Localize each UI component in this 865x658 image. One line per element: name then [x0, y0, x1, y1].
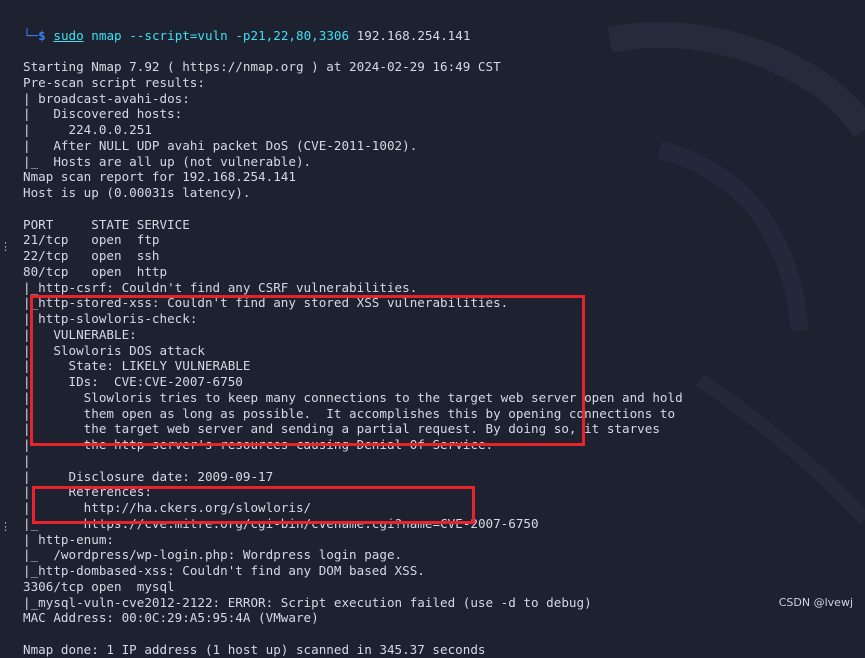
- left-edge-marker: ⋮: [0, 240, 11, 253]
- line-text: Nmap scan report for 192.168.254.141: [23, 169, 296, 185]
- line-text: /wordpress/wp-login.php: Wordpress login…: [53, 547, 403, 563]
- line-text: 224.0.0.251: [68, 122, 152, 137]
- line-prefix: |: [23, 106, 54, 122]
- output-line: |_mysql-vuln-cve2012-2122: ERROR: Script…: [23, 595, 683, 611]
- line-text: Hosts are all up (not vulnerable).: [53, 153, 312, 169]
- output-line: | Disclosure date: 2009-09-17: [23, 469, 683, 485]
- line-text: 3306/tcp open mysql: [23, 578, 175, 594]
- line-prefix: |_: [23, 279, 39, 295]
- output-line: MAC Address: 00:0C:29:A5:95:4A (VMware): [23, 610, 683, 626]
- output-line: 80/tcp open http: [23, 264, 683, 280]
- output-line: |_http-dombased-xss: Couldn't find any D…: [23, 563, 683, 579]
- line-text: 80/tcp open http: [23, 263, 168, 279]
- line-prefix: |_: [23, 153, 54, 169]
- line-prefix: |_: [23, 547, 54, 563]
- line-prefix: |: [23, 452, 31, 468]
- line-prefix: |: [23, 468, 69, 484]
- line-text: http-csrf: Couldn't find any CSRF vulner…: [38, 279, 418, 295]
- output-line: Pre-scan script results:: [23, 75, 683, 91]
- line-prefix: |: [23, 90, 39, 106]
- command-prompt-line: └─$ sudo nmap --script=vuln -p21,22,80,3…: [23, 28, 683, 44]
- line-prefix: |: [23, 531, 39, 547]
- line-text: Discovered hosts:: [53, 106, 183, 122]
- output-line: | After NULL UDP avahi packet DoS (CVE-2…: [23, 138, 683, 154]
- output-line: | broadcast-avahi-dos:: [23, 91, 683, 107]
- line-prefix: |_: [23, 563, 39, 578]
- output-line: PORT STATE SERVICE: [23, 217, 683, 233]
- slowloris-highlight-box: [30, 295, 585, 446]
- line-prefix: |: [23, 137, 54, 153]
- line-text: mysql-vuln-cve2012-2122: ERROR: Script e…: [38, 594, 592, 610]
- command-target: 192.168.254.141: [356, 27, 471, 43]
- command-sudo: sudo: [53, 27, 84, 43]
- line-prefix: |: [23, 122, 69, 137]
- line-text: Starting Nmap 7.92 ( https://nmap.org ) …: [23, 59, 501, 74]
- output-line: |_ Hosts are all up (not vulnerable).: [23, 154, 683, 170]
- output-line: |: [23, 453, 683, 469]
- output-line: Nmap scan report for 192.168.254.141: [23, 169, 683, 185]
- line-text: broadcast-avahi-dos:: [38, 90, 190, 106]
- output-line: | http-enum:: [23, 532, 683, 548]
- csdn-watermark: CSDN @lvewj: [778, 596, 853, 609]
- line-text: http-dombased-xss: Couldn't find any DOM…: [38, 563, 425, 578]
- output-line: 22/tcp open ssh: [23, 248, 683, 264]
- line-text: PORT STATE SERVICE: [23, 216, 190, 232]
- line-prefix: |_: [23, 594, 39, 610]
- line-text: 21/tcp open ftp: [23, 232, 160, 248]
- line-text: After NULL UDP avahi packet DoS (CVE-201…: [53, 137, 418, 153]
- output-line: Nmap done: 1 IP address (1 host up) scan…: [23, 642, 683, 658]
- http-enum-highlight-box: [32, 486, 475, 524]
- output-line: Starting Nmap 7.92 ( https://nmap.org ) …: [23, 59, 683, 75]
- left-edge-marker: ⋮: [0, 520, 11, 533]
- output-line: |_http-csrf: Couldn't find any CSRF vuln…: [23, 280, 683, 296]
- line-text: 22/tcp open ssh: [23, 248, 160, 263]
- output-line: | Discovered hosts:: [23, 106, 683, 122]
- line-text: MAC Address: 00:0C:29:A5:95:4A (VMware): [23, 610, 319, 626]
- prompt-dollar: $: [38, 27, 46, 43]
- output-line: 21/tcp open ftp: [23, 232, 683, 248]
- prompt-corner: └─: [23, 27, 39, 43]
- line-text: Pre-scan script results:: [23, 74, 205, 90]
- output-line: |_ /wordpress/wp-login.php: Wordpress lo…: [23, 547, 683, 563]
- command-text: nmap --script=vuln -p21,22,80,3306: [83, 27, 357, 43]
- line-text: Host is up (0.00031s latency).: [23, 185, 251, 200]
- line-text: Disclosure date: 2009-09-17: [68, 468, 274, 484]
- output-line: 3306/tcp open mysql: [23, 579, 683, 595]
- output-line: Host is up (0.00031s latency).: [23, 185, 683, 201]
- output-line: | 224.0.0.251: [23, 122, 683, 138]
- line-text: Nmap done: 1 IP address (1 host up) scan…: [23, 641, 486, 657]
- line-text: http-enum:: [38, 531, 114, 547]
